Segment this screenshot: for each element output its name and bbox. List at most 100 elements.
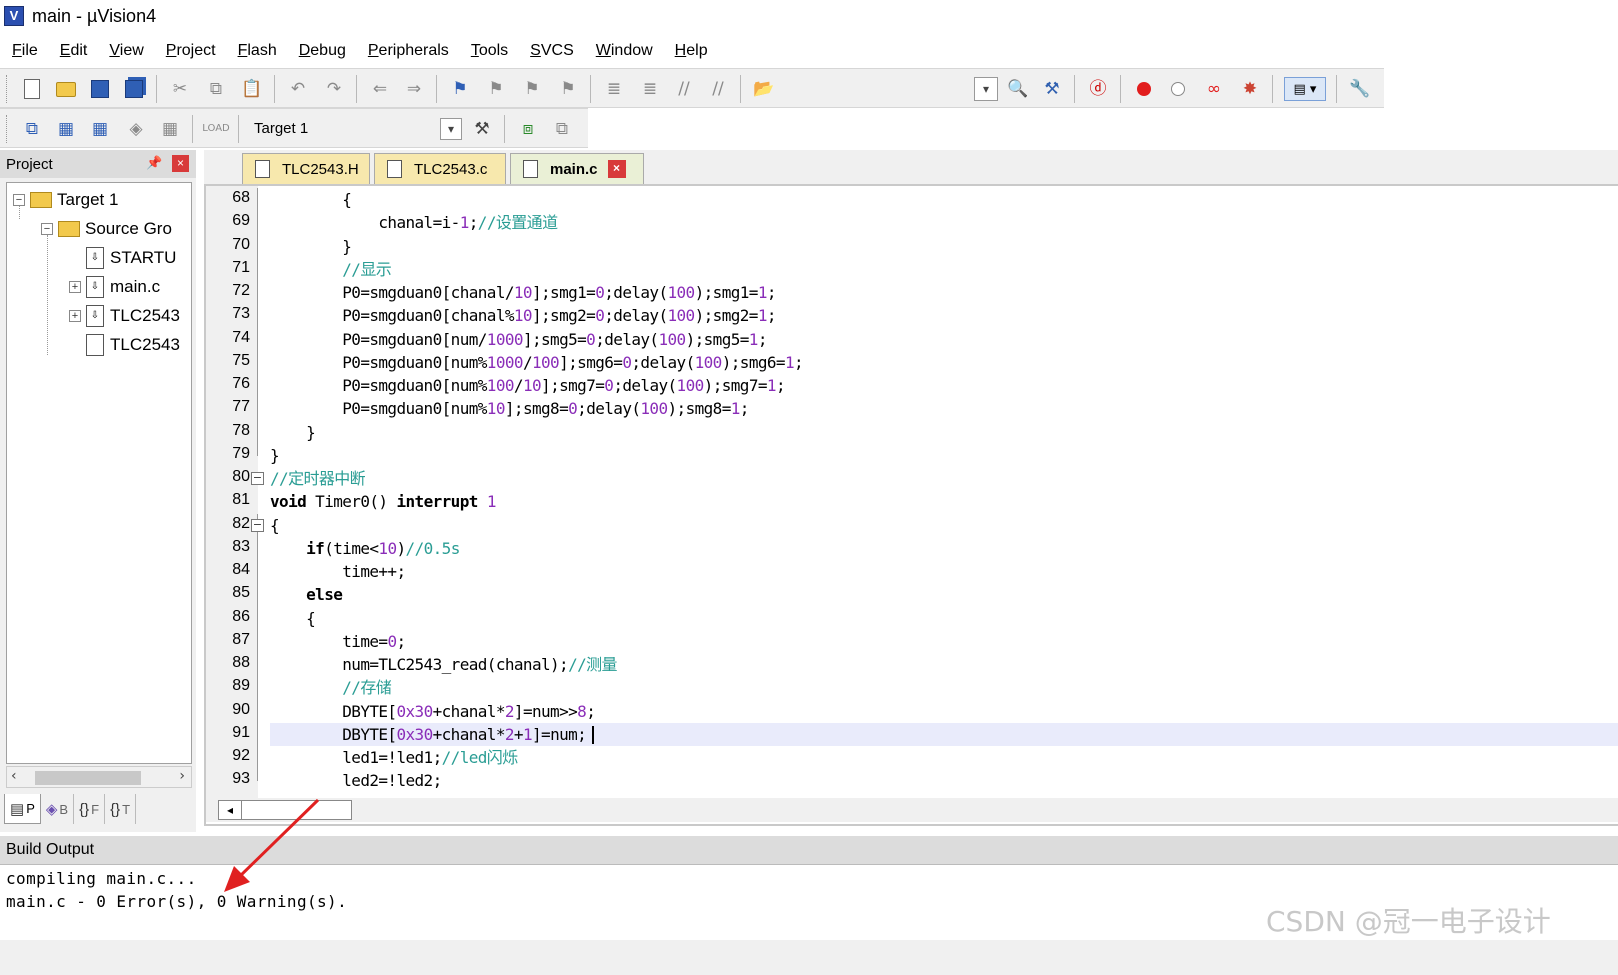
tree-horizontal-scrollbar[interactable]: ‹ ›: [6, 766, 192, 788]
manage-components-icon[interactable]: ⧈: [516, 117, 540, 141]
code-line[interactable]: P0=smgduan0[num/1000];smg5=0;delay(100);…: [270, 328, 1618, 351]
menu-edit[interactable]: Edit: [60, 42, 88, 60]
code-line[interactable]: }: [270, 235, 1618, 258]
close-panel-icon[interactable]: ×: [172, 155, 189, 172]
paste-icon[interactable]: 📋: [240, 77, 264, 101]
target-dropdown-icon[interactable]: ▾: [440, 118, 462, 140]
tab-functions[interactable]: {} F: [74, 794, 106, 824]
build-icon[interactable]: ▦: [54, 117, 78, 141]
save-all-icon[interactable]: [122, 77, 146, 101]
tree-item-file[interactable]: + ⇩ main.c: [69, 274, 160, 300]
menu-peripherals[interactable]: Peripherals: [368, 42, 449, 60]
collapse-icon[interactable]: −: [41, 223, 53, 235]
code-line[interactable]: }: [270, 444, 1618, 467]
code-line[interactable]: void Timer0() interrupt 1: [270, 490, 1618, 513]
bookmark-next-icon[interactable]: ⚑: [520, 77, 544, 101]
incremental-find-icon[interactable]: ⚒: [1040, 77, 1064, 101]
undo-icon[interactable]: ↶: [286, 77, 310, 101]
tab-books[interactable]: ◈ B: [41, 794, 75, 824]
editor-horizontal-scrollbar[interactable]: ◂: [206, 798, 1618, 822]
code-line[interactable]: if(time<10)//0.5s: [270, 537, 1618, 560]
code-line[interactable]: time=0;: [270, 630, 1618, 653]
enable-breakpoint-icon[interactable]: [1166, 77, 1190, 101]
save-icon[interactable]: [88, 77, 112, 101]
cut-icon[interactable]: ✂: [168, 77, 192, 101]
menu-window[interactable]: Window: [596, 42, 653, 60]
disable-all-breakpoints-icon[interactable]: ∞: [1202, 77, 1226, 101]
code-line[interactable]: P0=smgduan0[chanal%10];smg2=0;delay(100)…: [270, 304, 1618, 327]
tab-templates[interactable]: {} T: [105, 794, 137, 824]
find-dropdown-icon[interactable]: ▾: [974, 77, 998, 101]
navigate-back-icon[interactable]: ⇐: [368, 77, 392, 101]
fold-toggle-icon[interactable]: −: [251, 518, 264, 532]
code-line[interactable]: P0=smgduan0[num%100/10];smg7=0;delay(100…: [270, 374, 1618, 397]
menu-project[interactable]: Project: [166, 42, 216, 60]
toolbar-grip[interactable]: [6, 75, 9, 103]
code-line[interactable]: else: [270, 583, 1618, 606]
expand-icon[interactable]: +: [69, 281, 81, 293]
target-select[interactable]: Target 1: [248, 117, 464, 141]
tab-tlc2543-h[interactable]: TLC2543.H: [242, 153, 370, 184]
code-line[interactable]: P0=smgduan0[num%1000/100];smg6=0;delay(1…: [270, 351, 1618, 374]
bookmark-prev-icon[interactable]: ⚑: [484, 77, 508, 101]
navigate-forward-icon[interactable]: ⇒: [402, 77, 426, 101]
code-line[interactable]: DBYTE[0x30+chanal*2]=num>>8;: [270, 700, 1618, 723]
code-line[interactable]: {: [270, 188, 1618, 211]
scrollbar-thumb[interactable]: [242, 800, 352, 820]
scroll-right-icon[interactable]: ›: [179, 768, 185, 784]
code-line[interactable]: DBYTE[0x30+chanal*2+1]=num;: [270, 722, 1618, 746]
find-icon[interactable]: 🔍: [1006, 77, 1030, 101]
open-file-icon[interactable]: [54, 77, 78, 101]
download-icon[interactable]: LOAD: [202, 117, 229, 141]
code-line[interactable]: {: [270, 607, 1618, 630]
close-tab-icon[interactable]: ×: [607, 160, 626, 178]
menu-flash[interactable]: Flash: [238, 42, 277, 60]
insert-breakpoint-icon[interactable]: [1132, 77, 1156, 101]
tree-item-file[interactable]: + ⇩ TLC2543: [69, 303, 180, 329]
menu-debug[interactable]: Debug: [299, 42, 346, 60]
stop-build-icon[interactable]: ▦: [158, 117, 182, 141]
copy-icon[interactable]: ⧉: [204, 77, 228, 101]
code-line[interactable]: num=TLC2543_read(chanal);//测量: [270, 653, 1618, 676]
unindent-icon[interactable]: ≣: [638, 77, 662, 101]
code-line[interactable]: led2=!led2;: [270, 769, 1618, 792]
new-file-icon[interactable]: [20, 77, 44, 101]
find-in-files-icon[interactable]: 📂: [752, 77, 776, 101]
bookmark-icon[interactable]: ⚑: [448, 77, 472, 101]
menu-help[interactable]: Help: [675, 42, 708, 60]
pin-icon[interactable]: 📌: [146, 155, 162, 171]
window-layout-dropdown-icon[interactable]: ▤ ▾: [1284, 77, 1326, 101]
tab-project[interactable]: ▤ P: [4, 794, 41, 824]
rebuild-icon[interactable]: ▦: [88, 117, 112, 141]
bookmark-clear-icon[interactable]: ⚑: [556, 77, 580, 101]
tab-tlc2543-c[interactable]: TLC2543.c: [374, 153, 506, 184]
tree-item-source-group[interactable]: − Source Gro: [41, 216, 172, 242]
configure-icon[interactable]: 🔧: [1348, 77, 1372, 101]
debug-session-icon[interactable]: ⓓ: [1086, 77, 1110, 101]
expand-icon[interactable]: +: [69, 310, 81, 322]
code-line[interactable]: {: [270, 514, 1618, 537]
target-options-icon[interactable]: ⚒: [470, 117, 494, 141]
menu-tools[interactable]: Tools: [471, 42, 508, 60]
fold-toggle-icon[interactable]: −: [251, 472, 264, 485]
collapse-icon[interactable]: −: [13, 194, 25, 206]
select-packs-icon[interactable]: ⧉: [550, 117, 574, 141]
tree-item-file[interactable]: ⇩ STARTU: [69, 245, 176, 271]
menu-svcs[interactable]: SVCS: [530, 42, 574, 60]
scroll-left-icon[interactable]: ◂: [218, 800, 242, 820]
tab-main-c[interactable]: main.c ×: [510, 153, 644, 184]
comment-icon[interactable]: //: [672, 77, 696, 101]
code-line[interactable]: P0=smgduan0[chanal/10];smg1=0;delay(100)…: [270, 281, 1618, 304]
tree-item-target[interactable]: − Target 1: [13, 187, 118, 213]
code-line[interactable]: P0=smgduan0[num%10];smg8=0;delay(100);sm…: [270, 397, 1618, 420]
redo-icon[interactable]: ↷: [322, 77, 346, 101]
code-line[interactable]: //定时器中断: [270, 467, 1618, 490]
code-line[interactable]: //存储: [270, 676, 1618, 699]
indent-icon[interactable]: ≣: [602, 77, 626, 101]
scrollbar-thumb[interactable]: [35, 771, 141, 785]
menu-view[interactable]: View: [109, 42, 143, 60]
scroll-left-icon[interactable]: ‹: [11, 768, 17, 784]
uncomment-icon[interactable]: //: [706, 77, 730, 101]
toolbar-grip[interactable]: [6, 115, 9, 143]
code-line[interactable]: //显示: [270, 258, 1618, 281]
